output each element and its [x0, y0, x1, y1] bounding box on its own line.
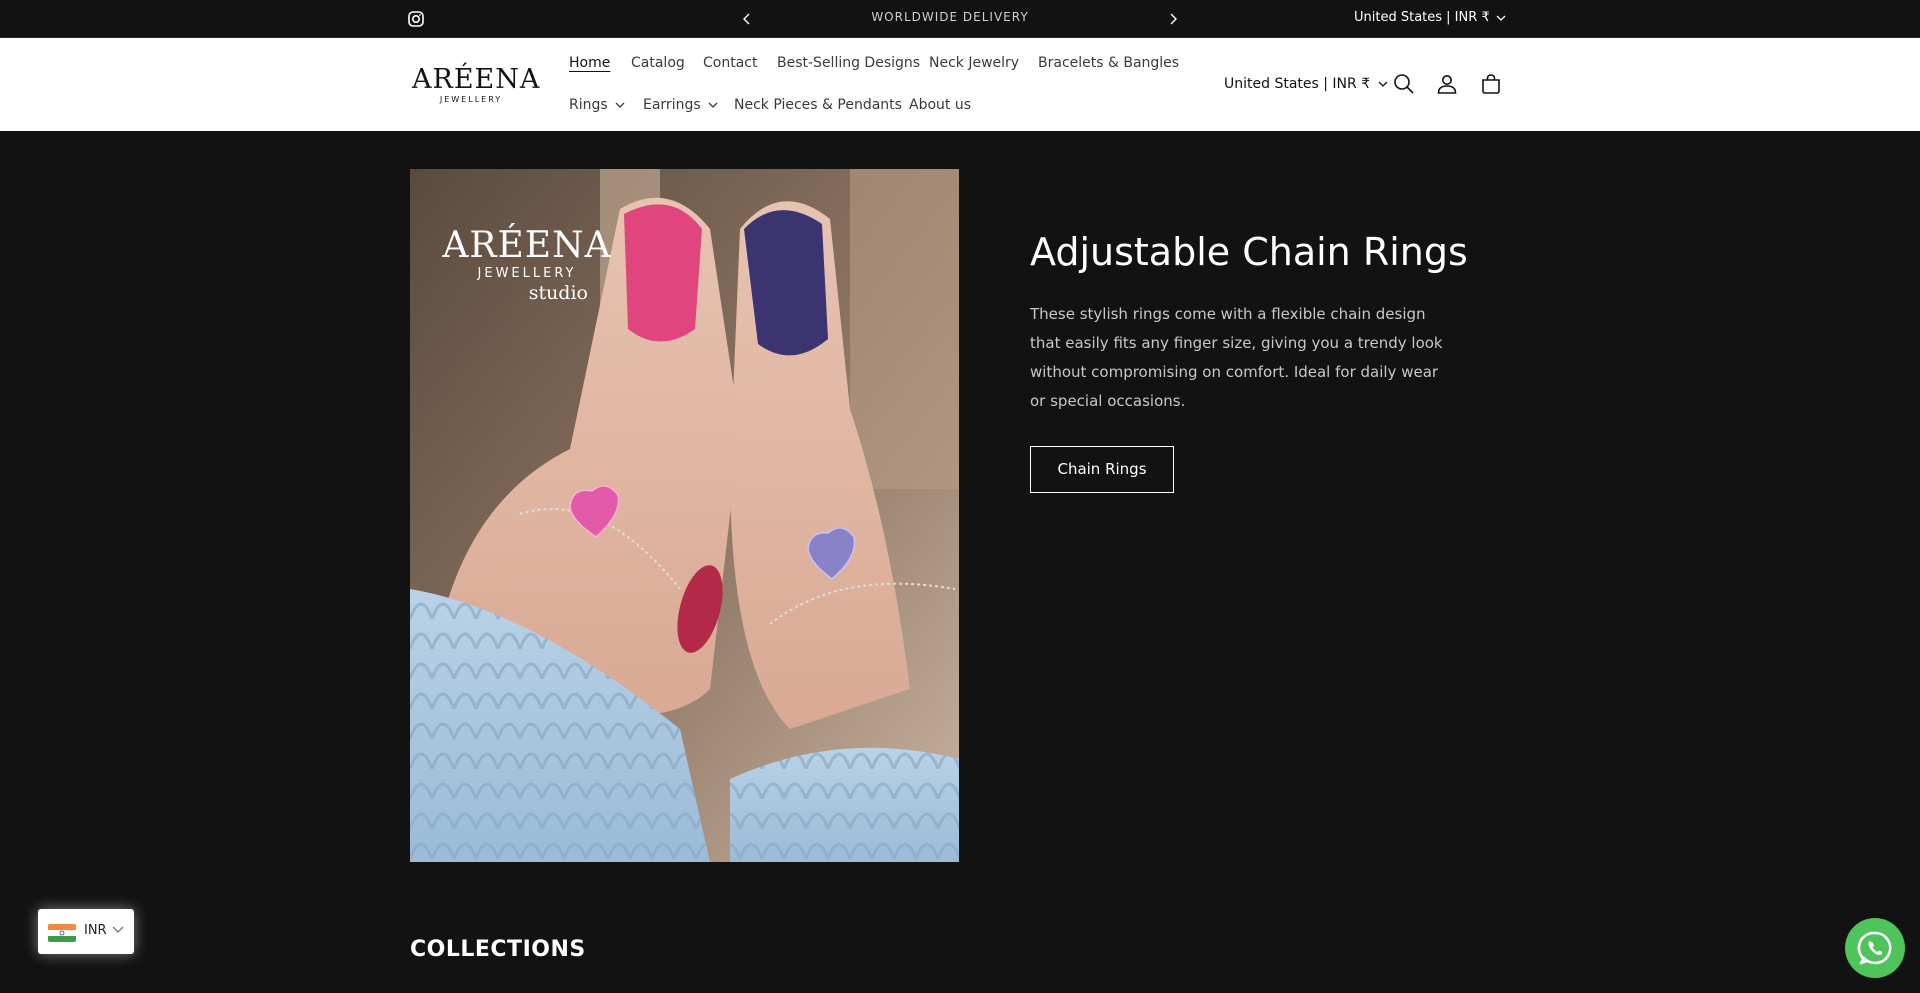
- nav-contact[interactable]: Contact: [703, 55, 757, 71]
- chevron-down-icon: [112, 926, 124, 933]
- nav-neck-pieces-pendants[interactable]: Neck Pieces & Pendants: [734, 97, 902, 113]
- instagram-icon[interactable]: [408, 11, 424, 27]
- site-header: ARÉENA JEWELLERY Home Catalog Contact Be…: [0, 38, 1920, 131]
- india-flag-icon: [48, 924, 76, 942]
- hero-image: ARÉENA JEWELLERY studio: [410, 169, 959, 862]
- cart-icon[interactable]: [1479, 72, 1503, 96]
- hero-image-logo: ARÉENA JEWELLERY studio: [432, 225, 622, 304]
- announcement-bar: WORLDWIDE DELIVERY United States | INR ₹: [0, 0, 1920, 38]
- nav-earrings[interactable]: Earrings: [643, 97, 718, 113]
- nav-about-us[interactable]: About us: [909, 97, 971, 113]
- chain-rings-button[interactable]: Chain Rings: [1030, 446, 1174, 493]
- header-country-selector[interactable]: United States | INR ₹: [1224, 76, 1388, 92]
- nav-earrings-label: Earrings: [643, 97, 701, 113]
- chevron-down-icon: [615, 102, 625, 108]
- whatsapp-icon: [1857, 931, 1892, 965]
- announcement-next-arrow-icon[interactable]: [1163, 9, 1183, 29]
- whatsapp-chat-button[interactable]: [1845, 918, 1905, 978]
- hero-image-logo-tag: studio: [528, 282, 588, 304]
- currency-selector[interactable]: INR: [38, 909, 134, 954]
- announcement-country-selector[interactable]: United States | INR ₹: [1354, 10, 1506, 25]
- chevron-down-icon: [1378, 81, 1388, 87]
- nav-bracelets-bangles[interactable]: Bracelets & Bangles: [1038, 55, 1179, 71]
- nav-neck-jewelry[interactable]: Neck Jewelry: [929, 55, 1019, 71]
- collections-heading: COLLECTIONS: [410, 937, 586, 962]
- nav-catalog[interactable]: Catalog: [631, 55, 685, 71]
- logo-sub: JEWELLERY: [439, 95, 503, 104]
- announcement-prev-arrow-icon[interactable]: [737, 9, 757, 29]
- hero-image-logo-name: ARÉENA: [442, 225, 612, 266]
- chevron-down-icon: [1496, 15, 1506, 21]
- hero-description: These stylish rings come with a flexible…: [1030, 305, 1443, 410]
- announcement-message: WORLDWIDE DELIVERY: [871, 10, 1029, 24]
- logo-name: ARÉENA: [412, 64, 541, 95]
- search-icon[interactable]: [1392, 72, 1416, 96]
- site-logo[interactable]: ARÉENA JEWELLERY: [412, 64, 541, 108]
- account-icon[interactable]: [1435, 72, 1459, 96]
- nav-best-selling-designs[interactable]: Best-Selling Designs: [777, 55, 920, 71]
- chevron-down-icon: [708, 102, 718, 108]
- nav-rings[interactable]: Rings: [569, 97, 625, 113]
- header-country-label: United States | INR ₹: [1224, 76, 1371, 92]
- hero-image-logo-sub: JEWELLERY: [477, 266, 577, 281]
- nav-home[interactable]: Home: [569, 55, 610, 71]
- nav-rings-label: Rings: [569, 97, 608, 113]
- hero-title: Adjustable Chain Rings: [1030, 230, 1468, 274]
- currency-code: INR: [84, 923, 107, 938]
- announcement-country-label: United States | INR ₹: [1354, 10, 1490, 25]
